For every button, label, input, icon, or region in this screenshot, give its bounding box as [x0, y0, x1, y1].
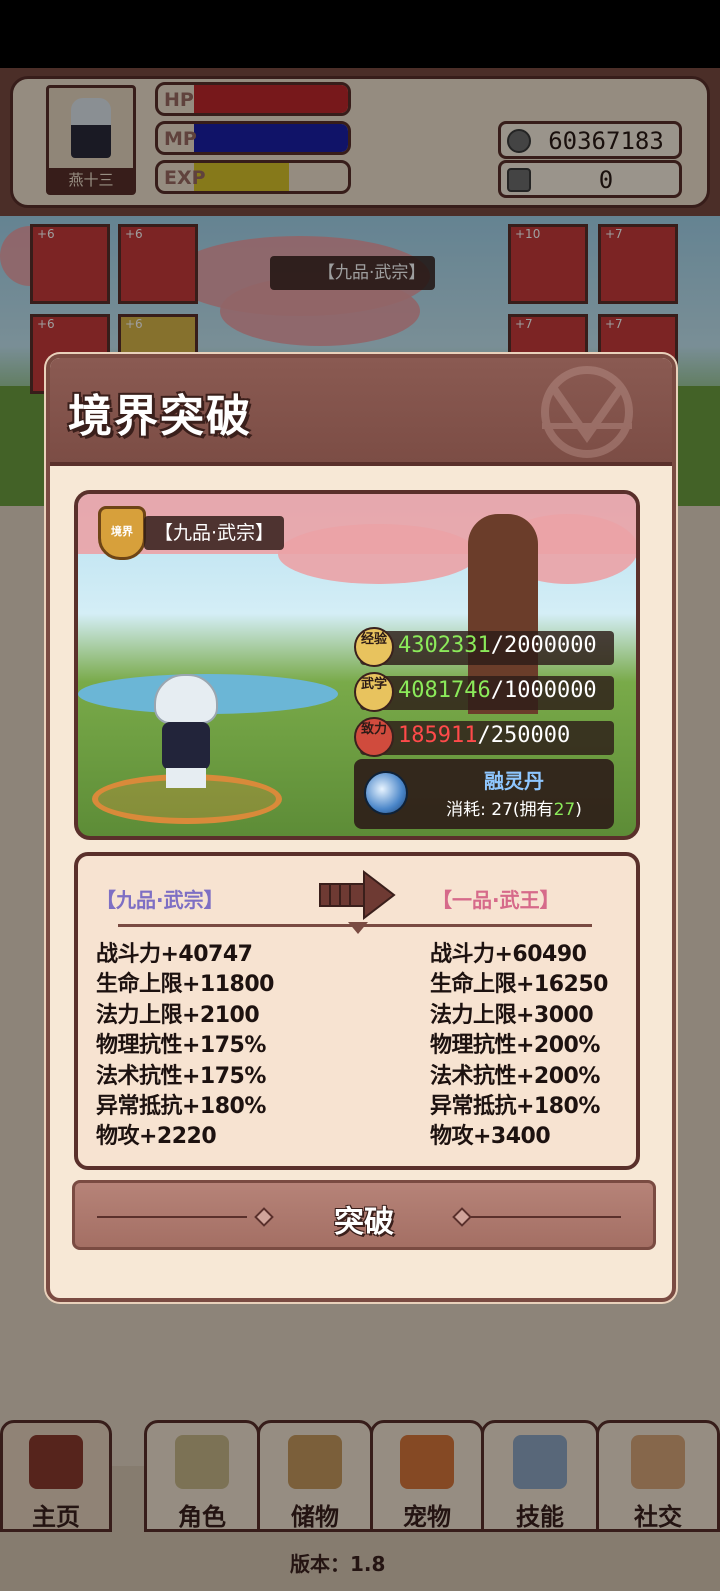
stat-line: 物理抗性+175%: [96, 1033, 266, 1059]
stat-row-experience: 经验 4302331/2000000: [354, 627, 614, 667]
stat-icon-text: 致力: [360, 722, 387, 737]
owned-count: 27: [553, 800, 576, 820]
stat-line: 法术抗性+200%: [430, 1063, 600, 1089]
stat-line: 物攻+2220: [96, 1124, 217, 1150]
stat-line: 生命上限+16250: [430, 972, 608, 998]
pill-name: 融灵丹: [484, 769, 544, 793]
breakthrough-button[interactable]: 突破: [72, 1180, 656, 1250]
stat-line: 法力上限+2100: [96, 1002, 260, 1028]
stat-current: 4081746: [398, 678, 491, 703]
realm-breakthrough-dialog: 境界突破 境界 【九品·武宗】 经验 4302331/2000000 武学 40…: [46, 354, 676, 1302]
stat-value: 185911/250000: [398, 723, 570, 748]
realm-badge-text: 境界: [111, 525, 133, 538]
owned-prefix: (拥有: [512, 800, 554, 820]
stat-row-martial: 武学 4081746/1000000: [354, 672, 614, 712]
martial-icon: 武学: [354, 672, 394, 712]
stat-current: 185911: [398, 723, 478, 748]
realm-comparison: 【九品·武宗】 【一品·武王】 战斗力+40747 生命上限+11800 法力上…: [74, 852, 640, 1170]
stat-row-force: 致力 185911/250000: [354, 717, 614, 757]
stat-icon-text: 武学: [360, 677, 387, 692]
stat-line: 生命上限+11800: [96, 972, 274, 998]
breakthrough-label: 突破: [334, 1205, 394, 1240]
next-stats-list: 战斗力+60490 生命上限+16250 法力上限+3000 物理抗性+200%…: [430, 940, 608, 1153]
stat-line: 法力上限+3000: [430, 1002, 594, 1028]
stat-max: /250000: [477, 723, 571, 748]
next-realm-label: 【一品·武王】: [432, 888, 560, 912]
owned-suffix: ): [575, 800, 582, 820]
button-decoration: [471, 1216, 621, 1218]
stat-value: 4302331/2000000: [398, 633, 597, 658]
divider-notch: [348, 922, 368, 934]
emblem-icon: [541, 366, 633, 458]
stat-line: 异常抵抗+180%: [96, 1094, 266, 1120]
consumable-pill[interactable]: 融灵丹 消耗: 27(拥有27): [354, 759, 614, 829]
force-icon: 致力: [354, 717, 394, 757]
current-realm: 【九品·武宗】: [144, 516, 285, 550]
dialog-title: 境界突破: [68, 391, 252, 442]
current-realm-label: 【九品·武宗】: [96, 888, 224, 912]
stat-line: 战斗力+60490: [430, 942, 587, 967]
hero-sprite: [148, 674, 228, 794]
pill-icon: [364, 771, 408, 815]
cost-prefix: 消耗:: [446, 800, 492, 820]
stat-line: 战斗力+40747: [96, 942, 253, 967]
stat-icon-text: 经验: [360, 632, 387, 647]
pill-cost: 消耗: 27(拥有27): [414, 795, 614, 820]
stat-value: 4081746/1000000: [398, 678, 597, 703]
stat-line: 法术抗性+175%: [96, 1063, 266, 1089]
dialog-header: 境界突破: [50, 358, 672, 466]
stat-line: 物攻+3400: [430, 1124, 551, 1150]
stat-current: 4302331: [398, 633, 491, 658]
stat-max: /1000000: [490, 678, 597, 703]
stat-line: 物理抗性+200%: [430, 1033, 600, 1059]
stat-max: /2000000: [490, 633, 597, 658]
current-stats-list: 战斗力+40747 生命上限+11800 法力上限+2100 物理抗性+175%…: [96, 940, 274, 1153]
realm-badge-icon: 境界: [98, 506, 146, 560]
cost-value: 27: [491, 800, 513, 820]
stat-line: 异常抵抗+180%: [430, 1094, 600, 1120]
experience-icon: 经验: [354, 627, 394, 667]
character-portrait-panel: 境界 【九品·武宗】 经验 4302331/2000000 武学 4081746…: [74, 490, 640, 840]
arrow-right-icon: [319, 870, 396, 920]
